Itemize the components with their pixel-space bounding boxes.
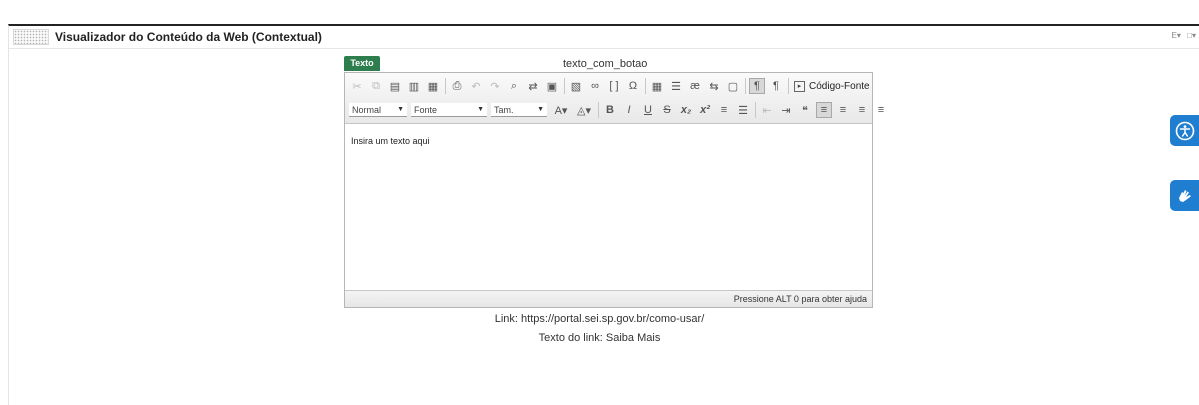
editor-label-tab: Texto bbox=[344, 56, 380, 71]
redo-icon[interactable]: ↷ bbox=[487, 78, 503, 94]
editor-status-bar: Pressione ALT 0 para obter ajuda bbox=[345, 290, 872, 307]
font-combo-value: Fonte bbox=[414, 104, 438, 115]
toolbar-separator bbox=[745, 78, 746, 94]
sign-language-button[interactable] bbox=[1170, 180, 1199, 211]
format-combo[interactable]: Normal ▼ bbox=[349, 103, 407, 117]
chevron-down-icon: ▼ bbox=[537, 106, 544, 113]
link-url-text: Link: https://portal.sei.sp.gov.br/como-… bbox=[494, 313, 705, 325]
text-color-icon[interactable]: A▾ bbox=[551, 102, 571, 118]
blockquote-icon[interactable]: ❝ bbox=[797, 102, 813, 118]
portlet-menus: E▾ □▾ bbox=[1168, 31, 1196, 40]
underline-icon[interactable]: U bbox=[640, 102, 656, 118]
drag-handle-icon[interactable] bbox=[13, 29, 49, 45]
copy-icon[interactable]: ⧉ bbox=[368, 78, 384, 94]
align-center-icon[interactable]: ≡ bbox=[835, 102, 851, 118]
format-combo-value: Normal bbox=[352, 104, 382, 115]
page-break-icon[interactable]: ⇆ bbox=[706, 78, 722, 94]
editor-field-name: texto_com_botao bbox=[563, 58, 648, 70]
editor-content-area[interactable]: Insira um texto aqui bbox=[345, 124, 872, 290]
align-right-icon[interactable]: ≡ bbox=[854, 102, 870, 118]
table-icon[interactable]: ▦ bbox=[649, 78, 665, 94]
portlet-config-menu[interactable]: □▾ bbox=[1187, 31, 1196, 40]
toolbar-row-1: ✂ ⧉ ▤ ▥ ▦ ⎙ ↶ ↷ ⌕ ⇄ ▣ ▧ ∞ [ ] Ω ▦ ☰ æ ⇆ … bbox=[349, 75, 870, 97]
toolbar-separator bbox=[598, 102, 599, 118]
toolbar-separator bbox=[564, 78, 565, 94]
superscript-icon[interactable]: x² bbox=[697, 102, 713, 118]
background-color-icon[interactable]: ◬▾ bbox=[574, 102, 594, 118]
portlet-header: Visualizador do Conteúdo da Web (Context… bbox=[9, 26, 1199, 49]
smiley-icon[interactable]: æ bbox=[687, 78, 703, 94]
image-icon[interactable]: ▧ bbox=[568, 78, 584, 94]
align-justify-icon[interactable]: ≡ bbox=[873, 102, 889, 118]
undo-icon[interactable]: ↶ bbox=[468, 78, 484, 94]
replace-icon[interactable]: ⇄ bbox=[525, 78, 541, 94]
iframe-icon[interactable]: ▢ bbox=[725, 78, 741, 94]
italic-icon[interactable]: I bbox=[621, 102, 637, 118]
editor-toolbar: ✂ ⧉ ▤ ▥ ▦ ⎙ ↶ ↷ ⌕ ⇄ ▣ ▧ ∞ [ ] Ω ▦ ☰ æ ⇆ … bbox=[345, 73, 884, 124]
outdent-icon[interactable]: ⇤ bbox=[759, 102, 775, 118]
horizontal-rule-icon[interactable]: ☰ bbox=[668, 78, 684, 94]
show-blocks-icon[interactable]: ¶ bbox=[749, 78, 765, 94]
paste-word-icon[interactable]: ▦ bbox=[425, 78, 441, 94]
font-combo[interactable]: Fonte ▼ bbox=[411, 103, 487, 117]
source-code-label: Código-Fonte bbox=[809, 80, 870, 92]
bold-icon[interactable]: B bbox=[602, 102, 618, 118]
accessibility-button[interactable] bbox=[1170, 115, 1199, 146]
editor-content-text: Insira um texto aqui bbox=[351, 136, 430, 146]
size-combo-value: Tam. bbox=[494, 104, 514, 115]
sign-language-icon bbox=[1178, 189, 1191, 202]
accessibility-icon bbox=[1175, 121, 1194, 140]
print-icon[interactable]: ⎙ bbox=[449, 78, 465, 94]
toolbar-separator bbox=[755, 102, 756, 118]
bulleted-list-icon[interactable]: ☰ bbox=[735, 102, 751, 118]
toolbar-separator bbox=[445, 78, 446, 94]
toolbar-separator bbox=[788, 78, 789, 94]
paste-icon[interactable]: ▤ bbox=[387, 78, 403, 94]
find-icon[interactable]: ⌕ bbox=[506, 78, 522, 94]
subscript-icon[interactable]: x₂ bbox=[678, 102, 694, 118]
source-code-button[interactable]: ▸ Código-Fonte bbox=[794, 80, 870, 92]
size-combo[interactable]: Tam. ▼ bbox=[491, 103, 547, 117]
select-all-icon[interactable]: ▣ bbox=[544, 78, 560, 94]
toolbar-separator bbox=[645, 78, 646, 94]
link-icon[interactable]: ∞ bbox=[587, 78, 603, 94]
align-left-icon[interactable]: ≡ bbox=[816, 102, 832, 118]
chevron-down-icon: ▼ bbox=[397, 106, 404, 113]
source-icon: ▸ bbox=[794, 80, 805, 92]
portlet-options-menu[interactable]: E▾ bbox=[1172, 31, 1181, 40]
paragraph-direction-icon[interactable]: ¶ bbox=[768, 78, 784, 94]
link-label-text: Texto do link: Saiba Mais bbox=[538, 332, 661, 344]
numbered-list-icon[interactable]: ≡ bbox=[716, 102, 732, 118]
paste-text-icon[interactable]: ▥ bbox=[406, 78, 422, 94]
rich-text-editor: ✂ ⧉ ▤ ▥ ▦ ⎙ ↶ ↷ ⌕ ⇄ ▣ ▧ ∞ [ ] Ω ▦ ☰ æ ⇆ … bbox=[344, 72, 884, 308]
toolbar-row-2: Normal ▼ Fonte ▼ Tam. ▼ A▾ ◬▾ B I U S x₂… bbox=[349, 99, 892, 121]
cut-icon[interactable]: ✂ bbox=[349, 78, 365, 94]
strikethrough-icon[interactable]: S bbox=[659, 102, 675, 118]
chevron-down-icon: ▼ bbox=[477, 106, 484, 113]
special-char-icon[interactable]: Ω bbox=[625, 78, 641, 94]
indent-icon[interactable]: ⇥ bbox=[778, 102, 794, 118]
anchor-icon[interactable]: [ ] bbox=[606, 78, 622, 94]
portlet-title: Visualizador do Conteúdo da Web (Context… bbox=[55, 30, 322, 44]
